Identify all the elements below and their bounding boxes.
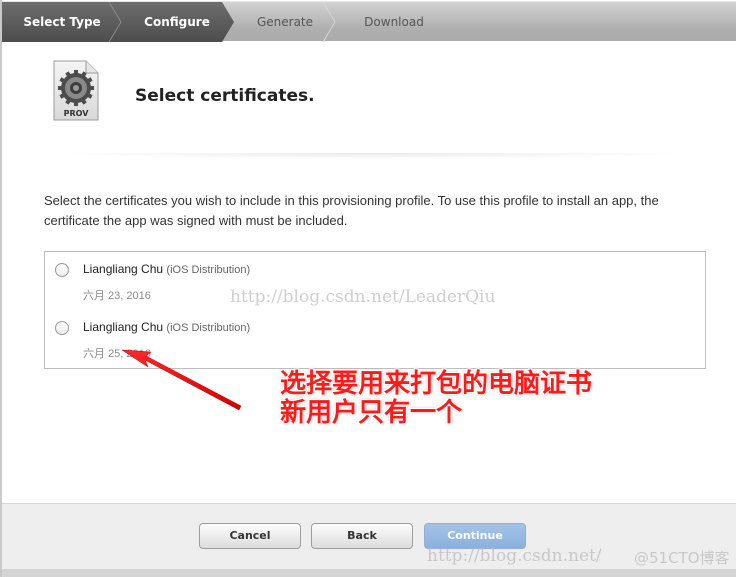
prov-label: PROV: [64, 109, 90, 118]
step-progress-bar: Select Type Configure Generate Download: [2, 1, 736, 42]
step-separator: [108, 2, 122, 42]
annotation-line-2: 新用户只有一个: [280, 398, 463, 428]
watermark-brand: @51CTO博客: [634, 549, 730, 567]
step-download: Download: [364, 15, 424, 29]
certificate-radio[interactable]: [55, 263, 69, 277]
certificate-date: 六月 23, 2016: [83, 290, 151, 302]
certificate-radio[interactable]: [55, 321, 69, 335]
watermark-url: http://blog.csdn.net/LeaderQiu: [230, 287, 496, 307]
page: Select Type Configure Generate Download: [0, 0, 736, 577]
page-title: Select certificates.: [135, 86, 315, 106]
annotation-arrow-icon: [121, 349, 242, 411]
bottom-strip: [2, 569, 736, 577]
certificate-type: (iOS Distribution): [166, 264, 251, 276]
annotation-text: 选择要用来打包的电脑证书 新用户只有一个: [280, 370, 592, 428]
certificate-name: Liangliang Chu: [83, 320, 164, 334]
certificate-name: Liangliang Chu: [83, 262, 164, 276]
step-select-type: Select Type: [23, 15, 101, 29]
step-generate: Generate: [256, 15, 314, 29]
watermark-footer-url: http://blog.csdn.net/: [427, 546, 602, 566]
provisioning-profile-gear-icon: PROV: [53, 60, 99, 121]
annotation-line-1: 选择要用来打包的电脑证书: [280, 369, 593, 399]
step-configure: Configure: [144, 15, 210, 29]
back-button[interactable]: Back: [311, 523, 413, 549]
header-divider: [42, 153, 702, 159]
cancel-button[interactable]: Cancel: [199, 523, 301, 549]
certificate-type: (iOS Distribution): [166, 322, 251, 334]
description-text: Select the certificates you wish to incl…: [44, 193, 659, 228]
